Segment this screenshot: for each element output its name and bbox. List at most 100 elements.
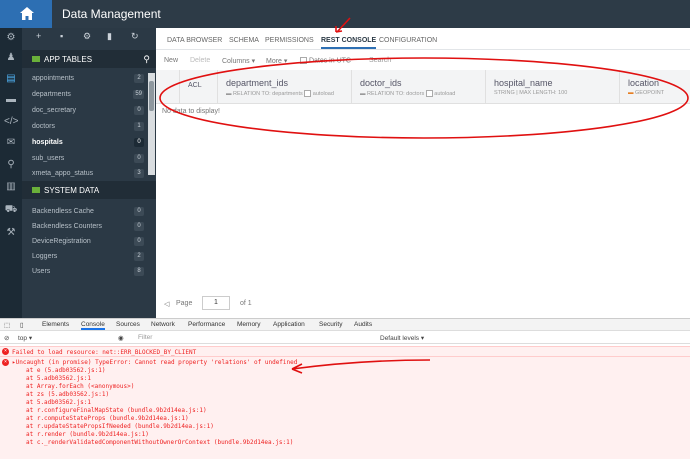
devtab-console[interactable]: Console	[81, 321, 105, 330]
table-row[interactable]: Users 8	[22, 264, 152, 280]
inspect-icon[interactable]: ⬚	[4, 321, 10, 329]
table-row[interactable]: doctors 1	[22, 119, 152, 135]
eye-icon[interactable]: ◉	[118, 334, 124, 342]
location-icon[interactable]: ⚲	[4, 159, 18, 171]
delete-table-icon[interactable]: ▪	[60, 31, 63, 41]
dates-utc-toggle[interactable]: Dates in UTC	[300, 57, 351, 64]
messaging-icon[interactable]: ✉	[4, 137, 18, 149]
columns-dropdown[interactable]: Columns ▾	[222, 57, 255, 65]
table-row[interactable]: appointments 2	[22, 71, 152, 87]
new-button[interactable]: New	[164, 57, 178, 64]
page-input[interactable]: 1	[202, 296, 230, 310]
error-icon: ×	[2, 348, 9, 355]
autoload-checkbox[interactable]	[304, 90, 312, 97]
home-button[interactable]	[0, 0, 52, 28]
table-row[interactable]: Backendless Cache 0	[22, 204, 152, 220]
devtab-audits[interactable]: Audits	[354, 321, 372, 328]
dates-utc-checkbox[interactable]	[300, 57, 307, 64]
console-error: × Failed to load resource: net::ERR_BLOC…	[0, 346, 690, 356]
search-icon[interactable]: ⚲	[143, 54, 150, 65]
more-dropdown[interactable]: More ▾	[266, 57, 287, 65]
table-count: 0	[134, 237, 144, 246]
tab-schema[interactable]: SCHEMA	[229, 37, 259, 44]
tab-configuration[interactable]: CONFIGURATION	[379, 37, 437, 44]
devtab-sources[interactable]: Sources	[116, 321, 140, 328]
stack-frame[interactable]: at 5.adb03562.js:1	[26, 375, 91, 382]
database-icon[interactable]: ▤	[4, 73, 18, 85]
levels-select[interactable]: Default levels ▾	[380, 334, 424, 342]
error-icon: ×	[2, 359, 9, 366]
error-message: Failed to load resource: net::ERR_BLOCKE…	[12, 349, 197, 356]
table-row[interactable]: xmeta_appo_status 3	[22, 166, 152, 182]
filter-input[interactable]: Filter	[138, 334, 152, 341]
stack-frame[interactable]: at c._renderValidatedComponentWithoutOwn…	[26, 439, 293, 446]
tools-icon[interactable]: ⚒	[4, 227, 18, 239]
devtab-network[interactable]: Network	[151, 321, 175, 328]
tab-permissions[interactable]: PERMISSIONS	[265, 37, 314, 44]
table-list-icon	[32, 56, 40, 62]
column-header[interactable]: hospital_name STRING | MAX LENGTH: 100	[486, 70, 620, 104]
levels-label: Default levels	[380, 335, 420, 342]
console-error-expanded: × ▸Uncaught (in promise) TypeError: Cann…	[0, 356, 690, 459]
add-table-icon[interactable]: +	[36, 31, 41, 41]
autoload-checkbox[interactable]	[425, 90, 433, 97]
table-settings-icon[interactable]: ⚙	[83, 31, 91, 42]
stack-frame[interactable]: at zs (5.adb03562.js:1)	[26, 391, 109, 398]
prev-page-icon[interactable]: ◁	[164, 300, 169, 308]
stack-frame[interactable]: at r.computeStateProps (bundle.9b2d14ea.…	[26, 415, 189, 422]
clear-console-icon[interactable]: ⊘	[4, 334, 9, 342]
chevron-down-icon: ▾	[28, 335, 33, 342]
stack-frame[interactable]: at r.render (bundle.9b2d14ea.js:1)	[26, 431, 149, 438]
devtab-security[interactable]: Security	[319, 321, 342, 328]
acl-label: ACL	[188, 82, 202, 89]
search-input[interactable]: Search	[369, 57, 391, 64]
table-name: Loggers	[32, 253, 58, 260]
table-name: departments	[32, 91, 71, 98]
marketplace-icon[interactable]: ⛟	[4, 204, 18, 216]
tab-data-browser[interactable]: DATA BROWSER	[167, 37, 222, 44]
column-header[interactable]: doctor_ids ▬ RELATION TO: doctors autolo…	[352, 70, 486, 104]
tables-scrollbar[interactable]	[148, 73, 155, 175]
settings-icon[interactable]: ⚙	[4, 32, 18, 44]
column-header[interactable]: department_ids ▬ RELATION TO: department…	[218, 70, 352, 104]
table-row[interactable]: doc_secretary 0	[22, 103, 152, 119]
devtab-elements[interactable]: Elements	[42, 321, 69, 328]
code-icon[interactable]: </>	[4, 116, 18, 128]
column-name: location	[628, 78, 660, 88]
acl-column[interactable]: ACL	[180, 70, 218, 104]
scrollbar-thumb[interactable]	[149, 81, 154, 111]
error-message[interactable]: ▸Uncaught (in promise) TypeError: Cannot…	[12, 359, 297, 366]
context-select[interactable]: top ▾	[18, 334, 32, 342]
table-row[interactable]: sub_users 0	[22, 151, 152, 167]
table-row-selected[interactable]: hospitals 0	[22, 135, 152, 151]
app-tables-header: APP TABLES ⚲	[22, 50, 156, 68]
table-row[interactable]: Loggers 2	[22, 249, 152, 265]
devtab-performance[interactable]: Performance	[188, 321, 225, 328]
more-label: More	[266, 58, 282, 65]
table-count: 0	[134, 222, 144, 231]
files-icon[interactable]: ▬	[4, 94, 18, 106]
devtab-memory[interactable]: Memory	[237, 321, 260, 328]
stack-frame[interactable]: at e (5.adb03562.js:1)	[26, 367, 105, 374]
delete-button[interactable]: Delete	[190, 57, 210, 64]
table-row[interactable]: departments 59	[22, 87, 152, 103]
stack-frame[interactable]: at r.updateStatePropsIfNeeded (bundle.9b…	[26, 423, 214, 430]
autoload-label: autoload	[434, 90, 456, 97]
column-header[interactable]: location ▬ GEOPOINT	[620, 70, 690, 104]
home-icon	[20, 7, 34, 20]
stack-frame: at Array.forEach (<anonymous>)	[26, 383, 135, 390]
tab-rest-console[interactable]: REST CONSOLE	[321, 37, 377, 49]
stack-frame[interactable]: at 5.adb03562.js:1	[26, 399, 91, 406]
table-row[interactable]: Backendless Counters 0	[22, 219, 152, 235]
system-data-icon	[32, 187, 40, 193]
analytics-icon[interactable]: ▥	[4, 181, 18, 193]
refresh-icon[interactable]: ↻	[131, 31, 139, 42]
users-icon[interactable]: ♟	[4, 52, 18, 64]
stack-frame[interactable]: at r.configureFinalMapState (bundle.9b2d…	[26, 407, 207, 414]
table-row[interactable]: DeviceRegistration 0	[22, 234, 152, 250]
devtab-application[interactable]: Application	[273, 321, 305, 328]
device-icon[interactable]: ▯	[20, 321, 24, 329]
table-count: 0	[134, 106, 144, 115]
column-name: department_ids	[226, 78, 289, 88]
book-icon[interactable]: ▮	[107, 31, 112, 42]
